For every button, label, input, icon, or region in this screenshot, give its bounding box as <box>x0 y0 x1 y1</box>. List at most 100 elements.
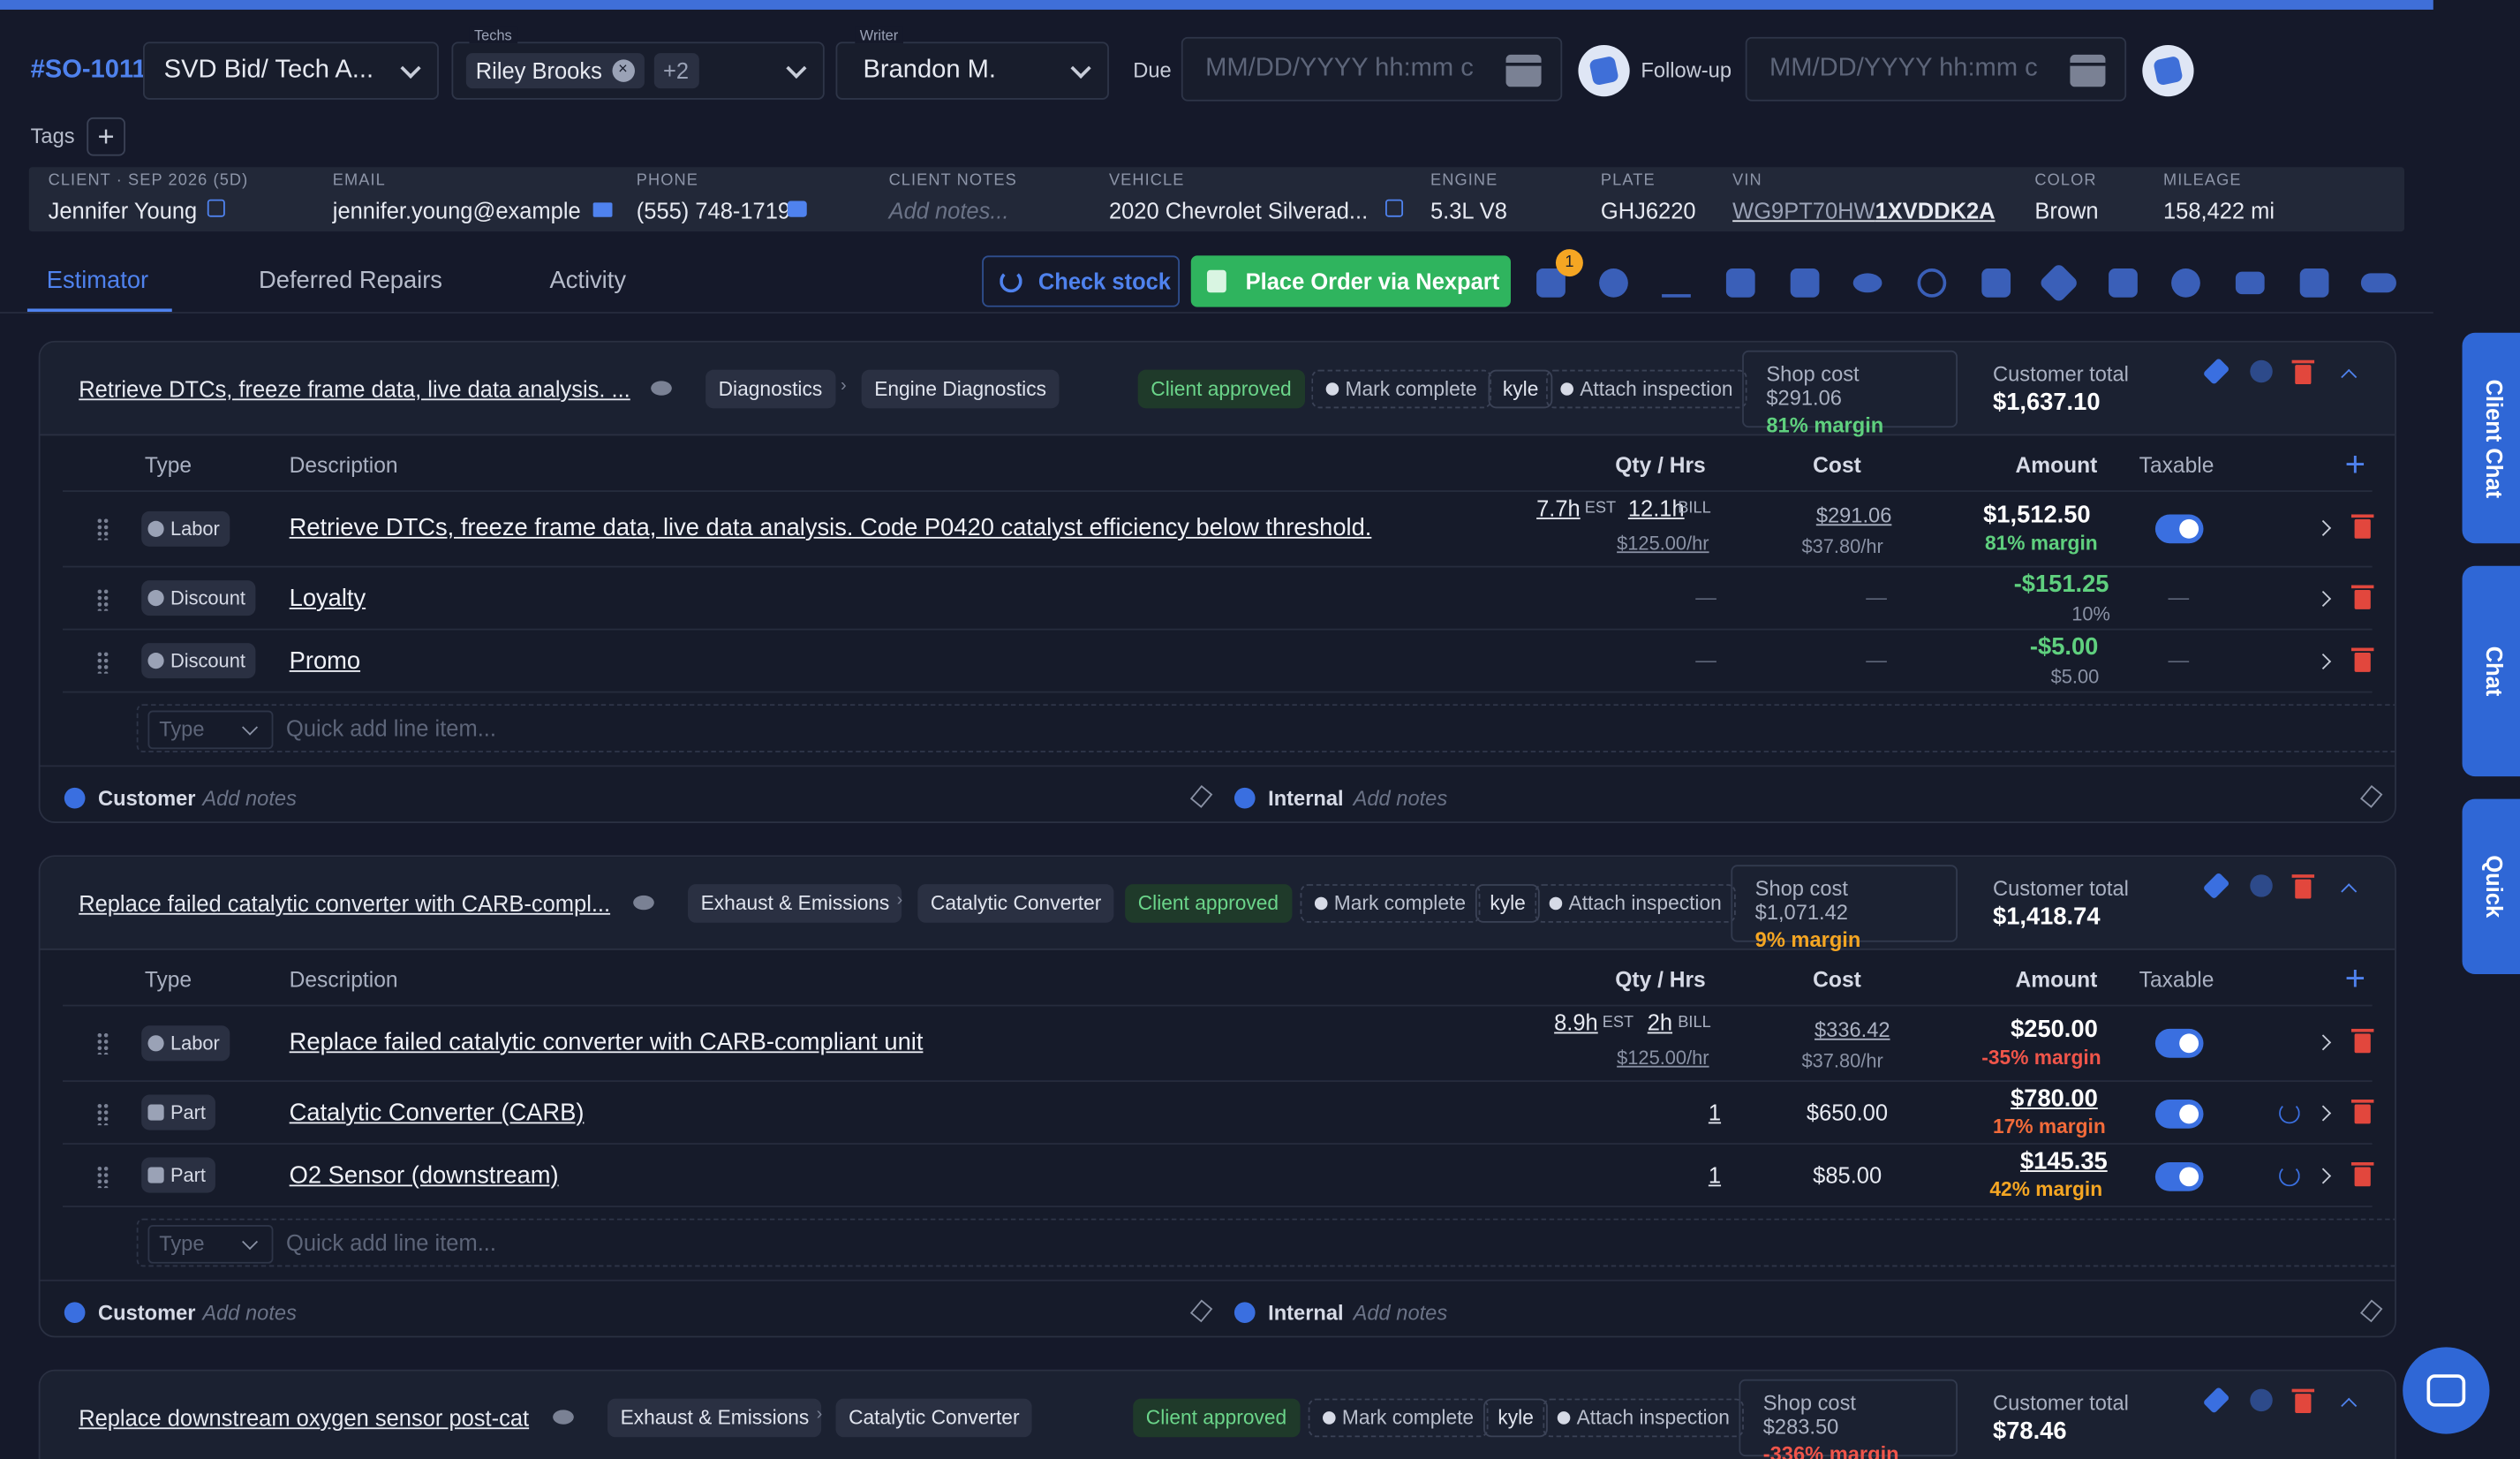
add-line-item-button[interactable]: + <box>2345 958 2365 1000</box>
assigned-user-chip[interactable]: kyle <box>1483 1398 1549 1438</box>
line-cost[interactable]: $291.06 <box>1816 503 1892 527</box>
quick-add-row[interactable]: Type Quick add line item... <box>136 1218 2396 1267</box>
delete-line-icon[interactable] <box>2350 585 2374 609</box>
add-line-item-button[interactable]: + <box>2345 443 2365 485</box>
attach-inspection-button[interactable]: Attach inspection <box>1546 369 1747 409</box>
followup-date-input[interactable]: MM/DD/YYYY hh:mm c <box>1745 36 2127 102</box>
line-qty[interactable]: 1 <box>1709 1162 1721 1188</box>
labor-rate[interactable]: $125.00/hr <box>1617 1047 1709 1069</box>
client-phone[interactable]: (555) 748-1719 <box>637 198 790 223</box>
activity-icon[interactable] <box>1662 268 1691 298</box>
wrench-icon[interactable] <box>2202 358 2230 385</box>
quick-type-select[interactable]: Type <box>147 1224 274 1264</box>
drag-handle-icon[interactable] <box>96 588 109 611</box>
taxable-toggle[interactable] <box>2154 1162 2204 1191</box>
line-qty[interactable]: 1 <box>1709 1100 1721 1125</box>
subcategory-chip[interactable]: Engine Diagnostics <box>861 369 1060 409</box>
job-title[interactable]: Retrieve DTCs, freeze frame data, live d… <box>79 376 630 402</box>
due-date-input[interactable]: MM/DD/YYYY hh:mm c <box>1181 36 1563 102</box>
dollar-icon[interactable] <box>2171 268 2200 298</box>
clock-icon[interactable] <box>2250 1388 2273 1412</box>
line-description[interactable]: Loyalty <box>290 586 366 613</box>
camera-icon[interactable] <box>2109 268 2138 298</box>
mark-complete-button[interactable]: Mark complete <box>1311 369 1492 409</box>
line-amount[interactable]: $1,512.50 <box>1983 502 2090 529</box>
client-notes-input[interactable]: Add notes... <box>889 198 1009 223</box>
client-chat-tab[interactable]: Client Chat <box>2462 332 2520 544</box>
calendar-icon[interactable] <box>1505 54 1542 87</box>
tab-deferred-repairs[interactable]: Deferred Repairs <box>259 267 442 294</box>
email-icon[interactable] <box>2235 271 2265 295</box>
quick-add-input[interactable]: Quick add line item... <box>286 1229 496 1255</box>
chat-launcher-button[interactable] <box>2403 1347 2490 1434</box>
clock-icon[interactable] <box>2250 359 2273 383</box>
job-title[interactable]: Replace failed catalytic converter with … <box>79 890 610 916</box>
customer-notes-input[interactable]: Add notes <box>202 786 297 810</box>
quick-add-row[interactable]: Type Quick add line item... <box>136 704 2396 752</box>
status-badge[interactable]: Client approved <box>1125 884 1292 923</box>
collapse-icon[interactable] <box>2341 368 2358 385</box>
check-circle-icon[interactable] <box>1599 268 1628 298</box>
est-hours[interactable]: 8.9h <box>1554 1009 1598 1035</box>
followup-reminder-button[interactable] <box>2142 44 2194 97</box>
print-icon[interactable] <box>2299 268 2329 298</box>
assigned-user-chip[interactable]: kyle <box>1475 884 1541 923</box>
chevron-right-icon[interactable] <box>2315 1168 2332 1184</box>
check-stock-button[interactable]: Check stock <box>982 255 1181 307</box>
delete-job-icon[interactable] <box>2291 1388 2315 1413</box>
labor-rate[interactable]: $125.00/hr <box>1617 532 1709 554</box>
quick-add-input[interactable]: Quick add line item... <box>286 715 496 741</box>
edit-icon[interactable] <box>2359 784 2383 808</box>
sync-icon[interactable] <box>2279 1102 2300 1124</box>
eye-icon[interactable] <box>651 381 672 396</box>
external-link-icon[interactable] <box>1385 199 1404 217</box>
vin-value[interactable]: WG9PT70HW1XVDDK2A <box>1732 198 1995 223</box>
subcategory-chip[interactable]: Catalytic Converter <box>835 1398 1033 1438</box>
chevron-right-icon[interactable] <box>2315 654 2332 670</box>
calendar-icon[interactable] <box>2070 54 2106 87</box>
job-select[interactable]: SVD Bid/ Tech A... <box>142 42 439 100</box>
bill-hours[interactable]: 12.1h <box>1628 495 1685 521</box>
attach-inspection-button[interactable]: Attach inspection <box>1535 884 1737 923</box>
line-amount[interactable]: $145.35 <box>2020 1148 2108 1176</box>
quick-tab[interactable]: Quick <box>2462 798 2520 975</box>
save-icon[interactable] <box>1790 268 1820 298</box>
line-amount[interactable]: -$151.25 <box>2014 571 2109 598</box>
wrench-icon[interactable] <box>2202 1386 2230 1414</box>
mail-icon[interactable] <box>592 202 613 217</box>
customer-notes-input[interactable]: Add notes <box>202 1301 297 1325</box>
job-title[interactable]: Replace downstream oxygen sensor post-ca… <box>79 1405 529 1431</box>
line-cost[interactable]: $336.42 <box>1815 1017 1890 1041</box>
internal-notes-input[interactable]: Add notes <box>1354 786 1448 810</box>
delete-line-icon[interactable] <box>2350 647 2374 672</box>
delete-line-icon[interactable] <box>2350 514 2374 539</box>
line-amount[interactable]: $250.00 <box>2011 1016 2098 1043</box>
line-description[interactable]: Retrieve DTCs, freeze frame data, live d… <box>290 514 1372 541</box>
eye-icon[interactable] <box>553 1410 574 1425</box>
drag-handle-icon[interactable] <box>96 1165 109 1189</box>
drag-handle-icon[interactable] <box>96 1102 109 1126</box>
place-order-button[interactable]: Place Order via Nexpart <box>1190 255 1511 307</box>
internal-notes-input[interactable]: Add notes <box>1354 1301 1448 1325</box>
edit-icon[interactable] <box>2359 1299 2383 1323</box>
delete-line-icon[interactable] <box>2350 1028 2374 1054</box>
line-amount[interactable]: -$5.00 <box>2030 633 2098 661</box>
category-chip[interactable]: Exhaust & Emissions <box>688 884 902 923</box>
chevron-right-icon[interactable] <box>2315 591 2332 608</box>
line-cost[interactable]: $650.00 <box>1807 1100 1888 1125</box>
line-amount[interactable]: $780.00 <box>2011 1085 2098 1113</box>
line-description[interactable]: O2 Sensor (downstream) <box>290 1162 559 1190</box>
mark-complete-button[interactable]: Mark complete <box>1308 1398 1489 1438</box>
external-link-icon[interactable] <box>207 199 225 217</box>
clock-icon[interactable] <box>2250 874 2273 897</box>
line-cost[interactable]: $85.00 <box>1813 1162 1882 1188</box>
writer-select[interactable]: Brandon M. <box>835 42 1109 100</box>
collapse-icon[interactable] <box>2341 1397 2358 1414</box>
eye-icon[interactable] <box>1852 273 1882 293</box>
status-badge[interactable]: Client approved <box>1137 369 1305 409</box>
drag-handle-icon[interactable] <box>96 1032 109 1055</box>
eye-icon[interactable] <box>633 895 654 911</box>
delete-line-icon[interactable] <box>2350 1100 2374 1124</box>
delete-line-icon[interactable] <box>2350 1162 2374 1187</box>
line-description[interactable]: Catalytic Converter (CARB) <box>290 1100 585 1127</box>
